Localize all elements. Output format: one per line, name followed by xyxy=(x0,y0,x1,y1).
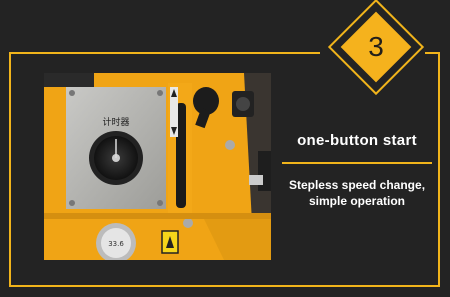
machine-photo-illustration: 计时器 33.6 xyxy=(44,73,271,260)
machine-control-panel-photo: 计时器 33.6 xyxy=(44,73,271,260)
step-number-badge: 3 xyxy=(368,31,384,62)
feature-description: Stepless speed change, simple operation xyxy=(288,178,426,208)
timer-label: 计时器 xyxy=(102,116,129,128)
feature-title: one-button start xyxy=(297,132,417,149)
pressure-gauge-reading: 33.6 xyxy=(108,240,124,248)
title-divider xyxy=(282,162,432,164)
